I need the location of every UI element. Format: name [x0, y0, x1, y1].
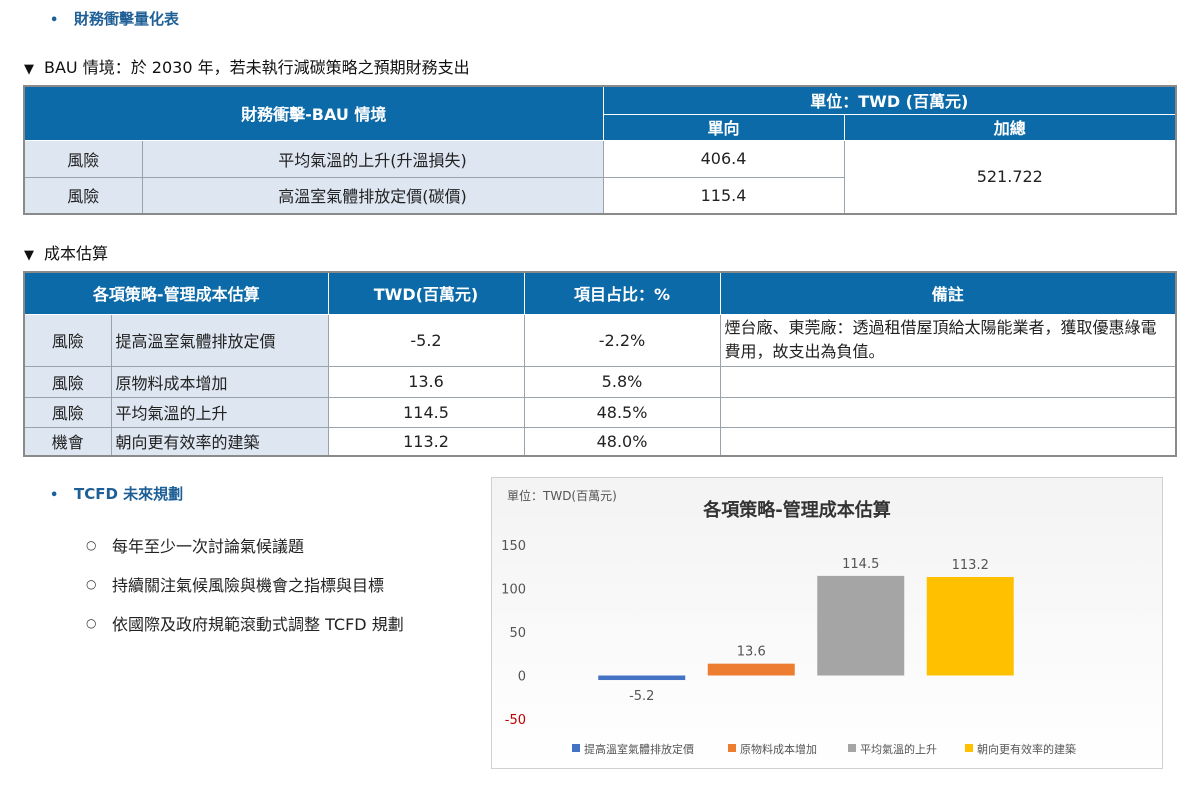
cost-row-item: 原物料成本增加: [110, 365, 329, 398]
triangle-down-icon: ▼: [24, 62, 34, 77]
cost-row-type: 機會: [23, 426, 112, 457]
tcfd-plan-list: ○ 每年至少一次討論氣候議題 ○ 持續關注氣候風險與機會之指標與目標 ○ 依國際及政府…: [86, 525, 404, 642]
legend-entry: 平均氣溫的上升: [860, 742, 937, 756]
data-label: 113.2: [952, 558, 989, 573]
data-label: 114.5: [842, 557, 879, 572]
cost-row-note: 煙台廠、東莞廠：透過租借屋頂給太陽能業者，獲取優惠綠電費用，故支出為負值。: [719, 313, 1177, 367]
data-label: 13.6: [737, 645, 766, 660]
chart-canvas: 單位：TWD(百萬元) 各項策略-管理成本估算 150 100 50 0 -50 -5.2 13…: [501, 488, 1076, 756]
bau-row-value: 115.4: [602, 176, 845, 215]
bau-row-item: 高溫室氣體排放定價(碳價): [141, 176, 604, 215]
chart-title: 各項策略-管理成本估算: [702, 499, 890, 521]
bau-col-single: 單向: [602, 113, 845, 141]
triangle-down-icon: ▼: [24, 248, 34, 263]
cost-row-pct: 48.5%: [523, 396, 721, 428]
bullet-icon: •: [50, 488, 59, 503]
cost-row-item: 提高溫室氣體排放定價: [110, 313, 329, 367]
chart-bar: [926, 577, 1014, 676]
cost-table: 各項策略-管理成本估算 TWD(百萬元) 項目占比：% 備註 風險 提高溫室氣體…: [23, 271, 1177, 457]
cost-row-pct: 48.0%: [523, 426, 721, 457]
bau-table: 財務衝擊-BAU 情境 單位：TWD (百萬元) 單向 加總 風險 平均氣溫的上…: [23, 85, 1178, 215]
bau-heading: ▼ BAU 情境：於 2030 年，若未執行減碳策略之預期財務支出: [24, 58, 470, 77]
bullet-icon: •: [50, 13, 59, 28]
cost-row-note: [719, 365, 1177, 398]
legend-swatch: [572, 744, 580, 752]
cost-header-pct: 項目占比：%: [523, 271, 721, 315]
legend-swatch: [848, 744, 856, 752]
cost-row-note: [719, 396, 1177, 428]
circle-bullet-icon: ○: [86, 615, 97, 630]
data-label: -5.2: [629, 689, 654, 704]
circle-bullet-icon: ○: [86, 576, 97, 591]
bau-header-left: 財務衝擊-BAU 情境: [23, 85, 604, 141]
cost-row-type: 風險: [23, 365, 112, 398]
cost-row-item: 平均氣溫的上升: [110, 396, 329, 428]
cost-heading: ▼ 成本估算: [24, 244, 109, 263]
list-item: ○ 持續關注氣候風險與機會之指標與目標: [86, 575, 385, 595]
bau-row-type: 風險: [23, 139, 143, 178]
chart-unit-label: 單位：TWD(百萬元): [507, 488, 617, 503]
legend-swatch: [728, 744, 736, 752]
legend-entry: 朝向更有效率的建築: [977, 742, 1076, 756]
legend-entry: 提高溫室氣體排放定價: [584, 742, 694, 756]
chart-bar: [817, 575, 905, 676]
y-tick-label: 150: [501, 539, 526, 554]
cost-header-note: 備註: [719, 271, 1177, 315]
chart-bar: [707, 663, 795, 676]
bau-row-type: 風險: [23, 176, 143, 215]
legend-entry: 原物料成本增加: [740, 742, 817, 756]
cost-row-twd: 13.6: [327, 365, 525, 398]
chart-bar: [598, 675, 686, 681]
cost-header-twd: TWD(百萬元): [327, 271, 525, 315]
bau-total: 521.722: [843, 139, 1177, 215]
circle-bullet-icon: ○: [86, 537, 97, 552]
bau-col-total: 加總: [843, 113, 1177, 141]
cost-row-twd: 113.2: [327, 426, 525, 457]
cost-row-note: [719, 426, 1177, 457]
legend-swatch: [965, 744, 973, 752]
cost-chart: 單位：TWD(百萬元) 各項策略-管理成本估算 150 100 50 0 -50 -5.2 13…: [491, 477, 1163, 769]
cost-row-type: 風險: [23, 313, 112, 367]
bau-header-unit: 單位：TWD (百萬元): [602, 85, 1177, 115]
y-tick-label: 50: [509, 626, 526, 641]
bau-row-item: 平均氣溫的上升(升溫損失): [141, 139, 604, 178]
cost-row-pct: -2.2%: [523, 313, 721, 367]
cost-row-item: 朝向更有效率的建築: [110, 426, 329, 457]
section-title-financial-impact: • 財務衝擊量化表: [50, 10, 180, 28]
y-tick-label: 100: [501, 583, 526, 598]
list-item: ○ 每年至少一次討論氣候議題: [86, 536, 305, 556]
list-item: ○ 依國際及政府規範滾動式調整 TCFD 規劃: [86, 614, 404, 634]
cost-row-twd: 114.5: [327, 396, 525, 428]
y-tick-label: 0: [518, 670, 526, 685]
cost-header-strategy: 各項策略-管理成本估算: [23, 271, 329, 315]
cost-row-pct: 5.8%: [523, 365, 721, 398]
section-title-tcfd: • TCFD 未來規劃: [50, 485, 184, 503]
cost-row-twd: -5.2: [327, 313, 525, 367]
cost-row-type: 風險: [23, 396, 112, 428]
y-tick-label: -50: [505, 713, 526, 728]
bau-row-value: 406.4: [602, 139, 845, 178]
